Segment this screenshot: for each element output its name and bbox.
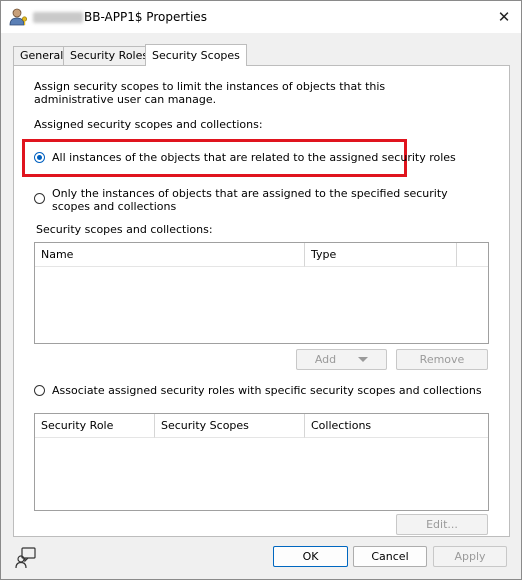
- dropdown-arrow-icon: [358, 357, 369, 362]
- add-dropdown-button[interactable]: Add: [296, 349, 387, 370]
- assigned-scopes-label: Assigned security scopes and collections…: [34, 118, 263, 131]
- column-security-role[interactable]: Security Role: [35, 414, 155, 438]
- column-empty: [457, 243, 488, 267]
- tab-security-scopes[interactable]: Security Scopes: [145, 44, 247, 66]
- help-feedback-icon[interactable]: [15, 547, 37, 569]
- option-specified-scopes-label[interactable]: Only the instances of objects that are a…: [52, 187, 482, 213]
- column-collections[interactable]: Collections: [305, 414, 488, 438]
- option-all-instances-label[interactable]: All instances of the objects that are re…: [52, 151, 456, 164]
- column-name[interactable]: Name: [35, 243, 305, 267]
- apply-button[interactable]: Apply: [433, 546, 507, 567]
- option-associate-roles-label[interactable]: Associate assigned security roles with s…: [52, 384, 482, 397]
- cancel-button[interactable]: Cancel: [353, 546, 427, 567]
- radio-specified-scopes[interactable]: [34, 193, 45, 204]
- close-icon: ✕: [497, 8, 511, 26]
- ok-button[interactable]: OK: [273, 546, 348, 567]
- radio-all-instances[interactable]: [34, 152, 45, 163]
- scopes-list-label: Security scopes and collections:: [36, 223, 213, 236]
- remove-button[interactable]: Remove: [396, 349, 488, 370]
- security-scopes-panel: Assign security scopes to limit the inst…: [13, 65, 510, 537]
- tab-general[interactable]: General: [13, 46, 71, 65]
- scopes-list[interactable]: Name Type: [34, 242, 489, 344]
- radio-associate-roles[interactable]: [34, 385, 45, 396]
- redacted-title-prefix: [33, 12, 83, 23]
- column-type[interactable]: Type: [305, 243, 457, 267]
- roles-list[interactable]: Security Role Security Scopes Collection…: [34, 413, 489, 511]
- scopes-description: Assign security scopes to limit the inst…: [34, 80, 386, 106]
- close-button[interactable]: ✕: [487, 1, 521, 33]
- add-button-label: Add: [314, 353, 337, 366]
- title-bar[interactable]: BB-APP1$ Properties ✕: [1, 1, 521, 33]
- admin-user-icon: [9, 8, 28, 26]
- window-title: BB-APP1$ Properties: [84, 10, 207, 24]
- properties-dialog: BB-APP1$ Properties ✕ General Security R…: [0, 0, 522, 580]
- column-security-scopes[interactable]: Security Scopes: [155, 414, 305, 438]
- tab-security-roles[interactable]: Security Roles: [63, 46, 156, 65]
- edit-button[interactable]: Edit...: [396, 514, 488, 535]
